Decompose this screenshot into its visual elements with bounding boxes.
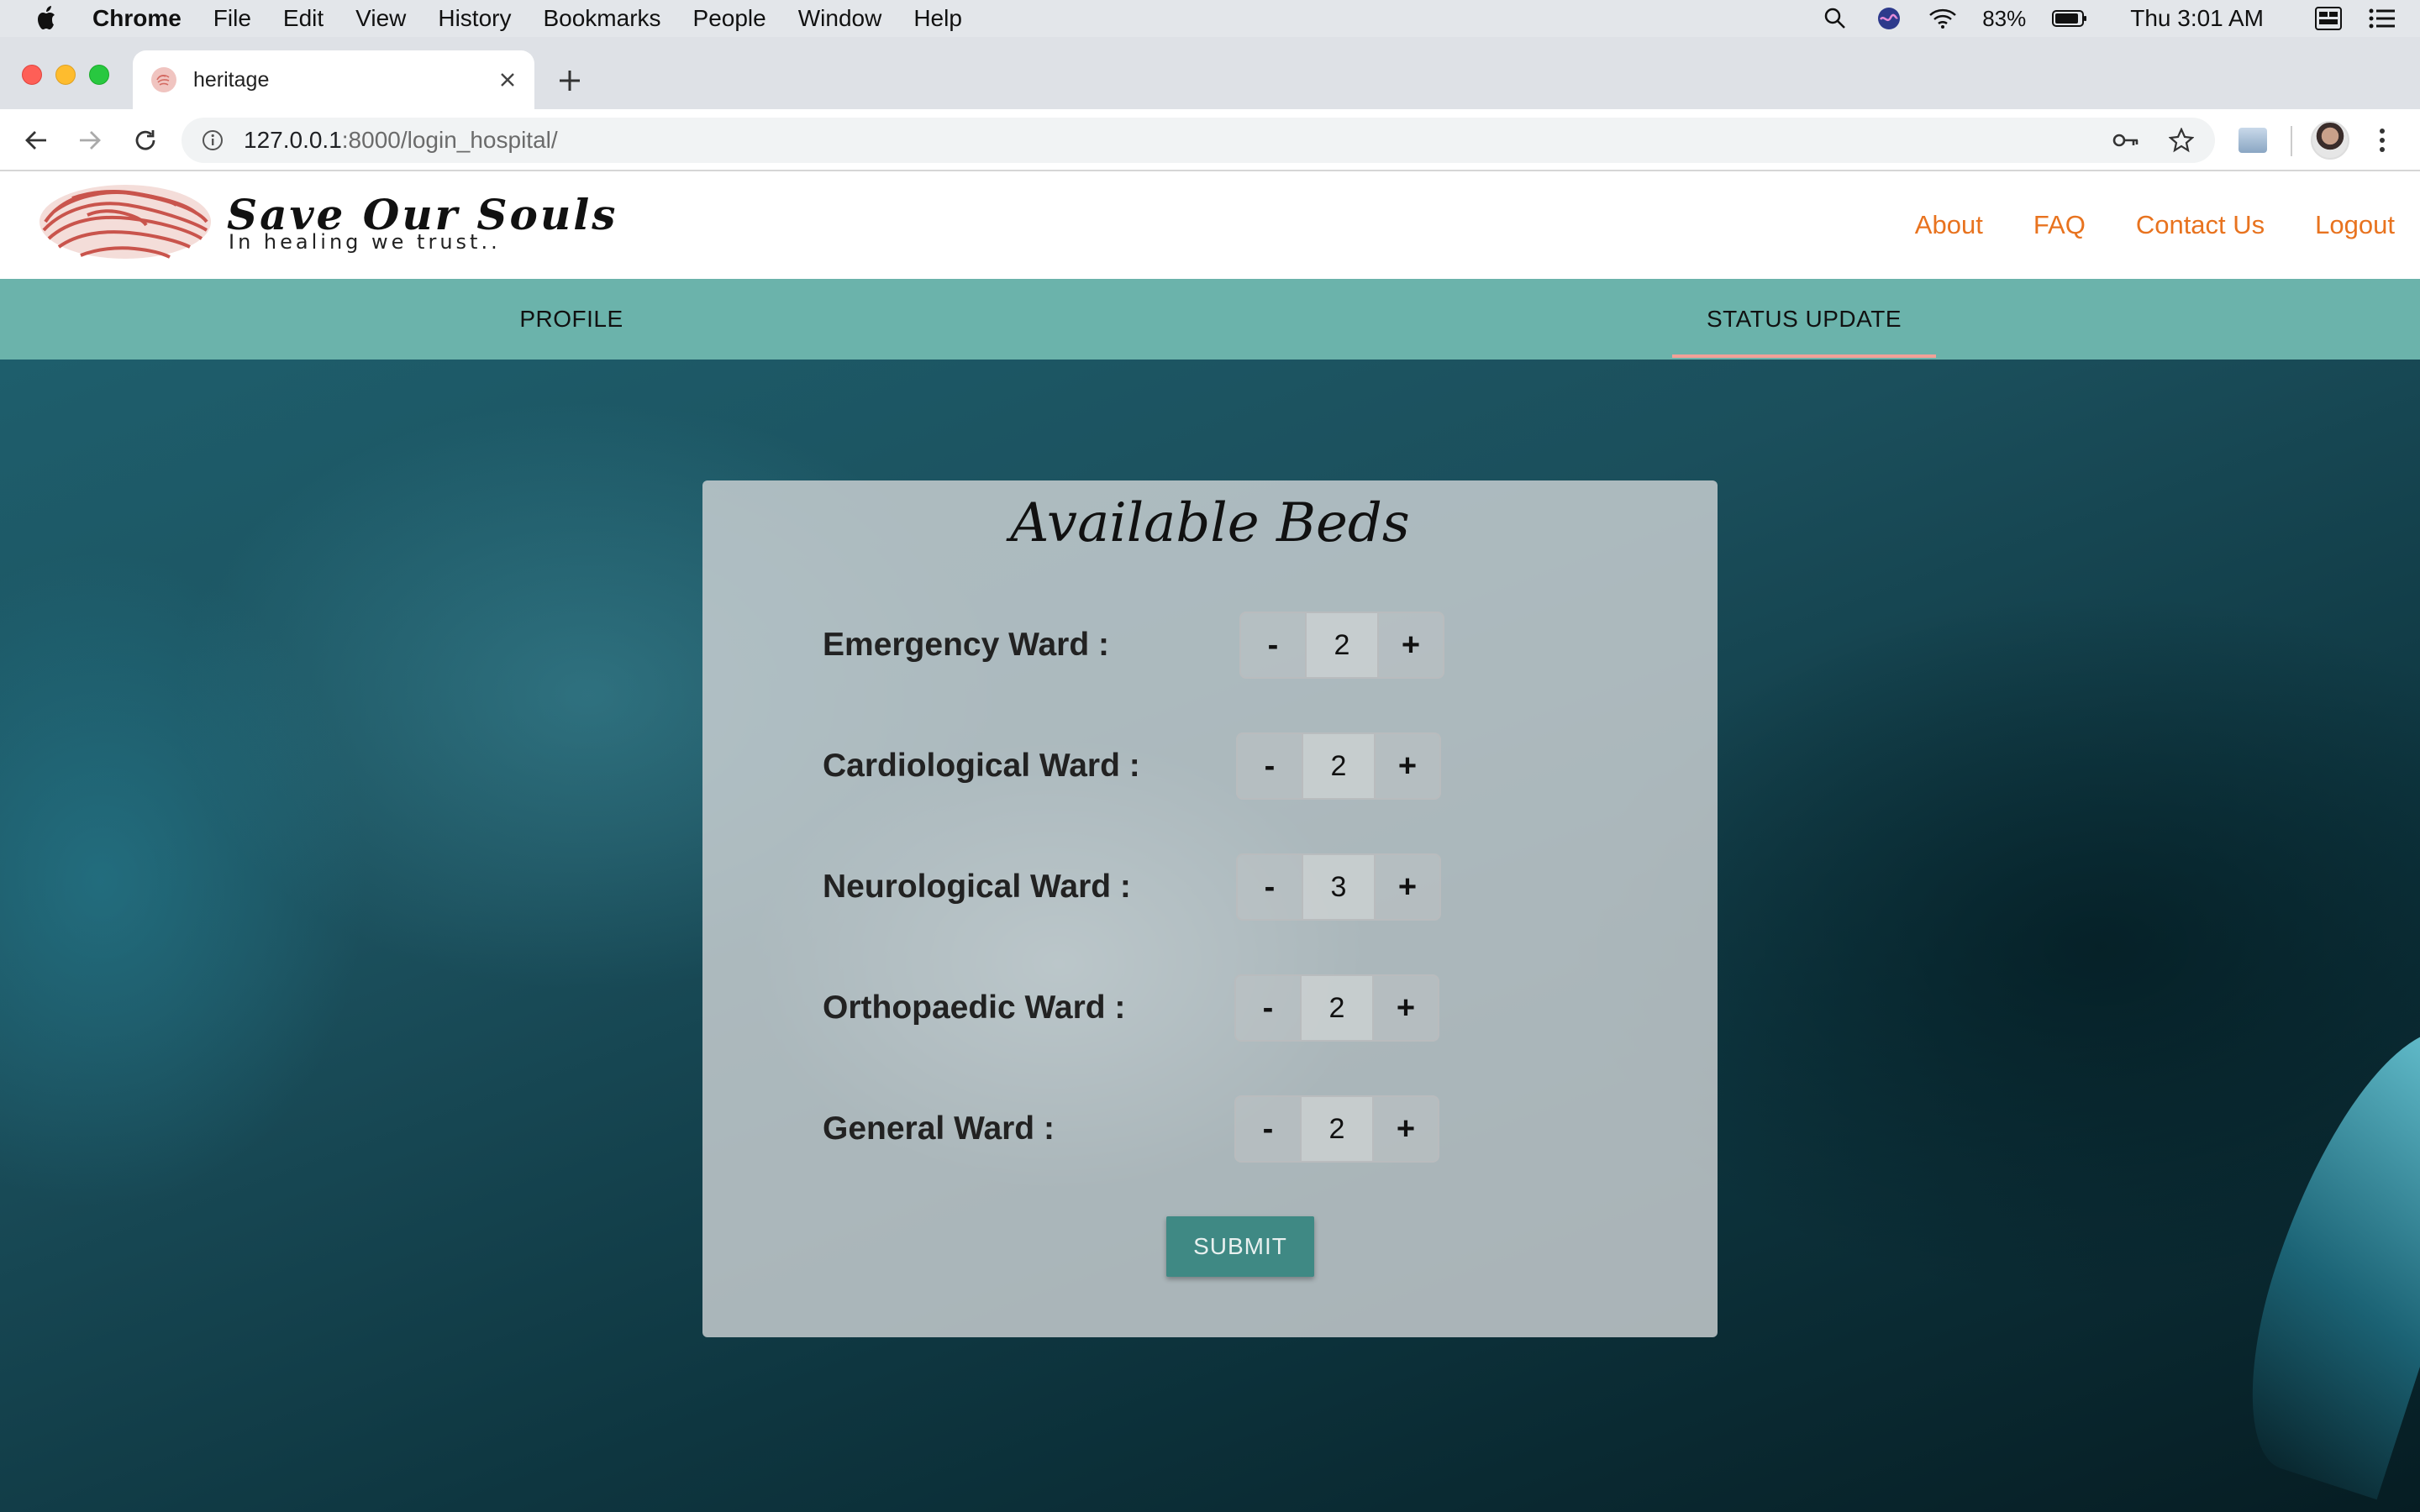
ward-label: Cardiological Ward : bbox=[823, 748, 1140, 784]
ward-row-emergency: Emergency Ward : - 2 + bbox=[823, 612, 1478, 679]
decrement-button[interactable]: - bbox=[1239, 612, 1307, 679]
menu-clock[interactable]: Thu 3:01 AM bbox=[2130, 5, 2264, 32]
notification-center-icon[interactable] bbox=[2368, 4, 2396, 33]
menu-window[interactable]: Window bbox=[798, 5, 882, 32]
ward-row-neurological: Neurological Ward : - 3 + bbox=[823, 853, 1478, 921]
browser-tab-strip: heritage bbox=[0, 37, 2420, 109]
tab-profile[interactable]: PROFILE bbox=[454, 279, 689, 360]
window-zoom-button[interactable] bbox=[89, 65, 109, 85]
site-header: Save Our Souls In healing we trust.. Abo… bbox=[0, 171, 2420, 279]
increment-button[interactable]: + bbox=[1374, 853, 1441, 921]
decorative-glow bbox=[2217, 1000, 2420, 1500]
nav-contact-link[interactable]: Contact Us bbox=[2136, 210, 2265, 240]
beds-stepper: - 2 + bbox=[1234, 1095, 1439, 1163]
control-strip-icon[interactable] bbox=[2314, 4, 2343, 33]
url-text[interactable]: 127.0.0.1:8000/login_hospital/ bbox=[244, 127, 558, 154]
apple-menu-icon[interactable] bbox=[32, 3, 62, 34]
ward-label: General Ward : bbox=[823, 1110, 1055, 1147]
window-minimize-button[interactable] bbox=[55, 65, 76, 85]
window-close-button[interactable] bbox=[22, 65, 42, 85]
ward-row-general: General Ward : - 2 + bbox=[823, 1095, 1478, 1163]
increment-button[interactable]: + bbox=[1372, 974, 1439, 1042]
menu-edit[interactable]: Edit bbox=[283, 5, 324, 32]
macos-menu-bar: Chrome File Edit View History Bookmarks … bbox=[0, 0, 2420, 37]
password-key-icon[interactable] bbox=[2111, 126, 2141, 155]
profile-avatar[interactable] bbox=[2311, 121, 2349, 160]
beds-stepper: - 2 + bbox=[1236, 732, 1441, 800]
beds-stepper: - 3 + bbox=[1236, 853, 1441, 921]
beds-stepper: - 2 + bbox=[1234, 974, 1439, 1042]
form-title: Available Beds bbox=[1010, 492, 1410, 554]
tab-title: heritage bbox=[193, 67, 270, 92]
chrome-menu-icon[interactable] bbox=[2370, 121, 2395, 160]
menu-history[interactable]: History bbox=[438, 5, 511, 32]
decrement-button[interactable]: - bbox=[1236, 732, 1303, 800]
menu-view[interactable]: View bbox=[355, 5, 406, 32]
beds-count-input[interactable]: 2 bbox=[1302, 974, 1372, 1042]
nav-about-link[interactable]: About bbox=[1915, 210, 1983, 240]
beds-count-input[interactable]: 2 bbox=[1302, 1095, 1372, 1163]
extension-icon[interactable] bbox=[2238, 128, 2267, 153]
site-favicon-icon bbox=[151, 67, 176, 92]
wifi-icon[interactable] bbox=[1928, 4, 1957, 33]
ward-label: Neurological Ward : bbox=[823, 869, 1131, 905]
site-nav: About FAQ Contact Us Logout bbox=[1915, 171, 2395, 279]
reload-icon[interactable] bbox=[126, 121, 165, 160]
beds-stepper: - 2 + bbox=[1239, 612, 1444, 679]
site-info-icon[interactable] bbox=[200, 128, 225, 153]
battery-percentage: 83% bbox=[1982, 5, 2027, 31]
submit-button[interactable]: SUBMIT bbox=[1166, 1216, 1314, 1277]
available-beds-card: Available Beds Emergency Ward : - 2 + Ca… bbox=[702, 480, 1718, 1337]
increment-button[interactable]: + bbox=[1374, 732, 1441, 800]
decrement-button[interactable]: - bbox=[1234, 1095, 1302, 1163]
address-bar[interactable]: 127.0.0.1:8000/login_hospital/ bbox=[182, 118, 2215, 163]
tab-close-icon[interactable] bbox=[491, 63, 524, 97]
ward-row-cardiological: Cardiological Ward : - 2 + bbox=[823, 732, 1478, 800]
increment-button[interactable]: + bbox=[1372, 1095, 1439, 1163]
ward-label: Emergency Ward : bbox=[823, 627, 1109, 663]
menu-app-name[interactable]: Chrome bbox=[92, 5, 182, 32]
fingerprint-logo-icon[interactable] bbox=[37, 181, 213, 262]
browser-toolbar: 127.0.0.1:8000/login_hospital/ bbox=[0, 109, 2420, 171]
decrement-button[interactable]: - bbox=[1234, 974, 1302, 1042]
spotlight-search-icon[interactable] bbox=[1821, 4, 1849, 33]
forward-arrow-icon[interactable] bbox=[71, 121, 109, 160]
new-tab-button[interactable] bbox=[551, 62, 588, 99]
browser-tab[interactable]: heritage bbox=[133, 50, 534, 109]
bookmark-star-icon[interactable] bbox=[2166, 126, 2196, 155]
menu-bookmarks[interactable]: Bookmarks bbox=[543, 5, 660, 32]
siri-icon[interactable] bbox=[1875, 4, 1903, 33]
brand-tagline: In healing we trust.. bbox=[229, 230, 501, 254]
menu-help[interactable]: Help bbox=[913, 5, 962, 32]
section-tabs-bar: PROFILE STATUS UPDATE bbox=[0, 279, 2420, 360]
beds-count-input[interactable]: 2 bbox=[1307, 612, 1377, 679]
toolbar-divider bbox=[2291, 126, 2292, 156]
nav-faq-link[interactable]: FAQ bbox=[2033, 210, 2086, 240]
nav-logout-link[interactable]: Logout bbox=[2315, 210, 2395, 240]
ward-row-orthopaedic: Orthopaedic Ward : - 2 + bbox=[823, 974, 1478, 1042]
beds-count-input[interactable]: 3 bbox=[1303, 853, 1374, 921]
menu-people[interactable]: People bbox=[693, 5, 766, 32]
url-path: :8000/login_hospital/ bbox=[341, 127, 558, 153]
menu-file[interactable]: File bbox=[213, 5, 251, 32]
beds-count-input[interactable]: 2 bbox=[1303, 732, 1374, 800]
ward-label: Orthopaedic Ward : bbox=[823, 990, 1126, 1026]
battery-icon[interactable] bbox=[2051, 4, 2088, 33]
increment-button[interactable]: + bbox=[1377, 612, 1444, 679]
decrement-button[interactable]: - bbox=[1236, 853, 1303, 921]
tab-status-update[interactable]: STATUS UPDATE bbox=[1672, 279, 1936, 360]
url-host: 127.0.0.1 bbox=[244, 127, 342, 153]
back-arrow-icon[interactable] bbox=[17, 121, 55, 160]
